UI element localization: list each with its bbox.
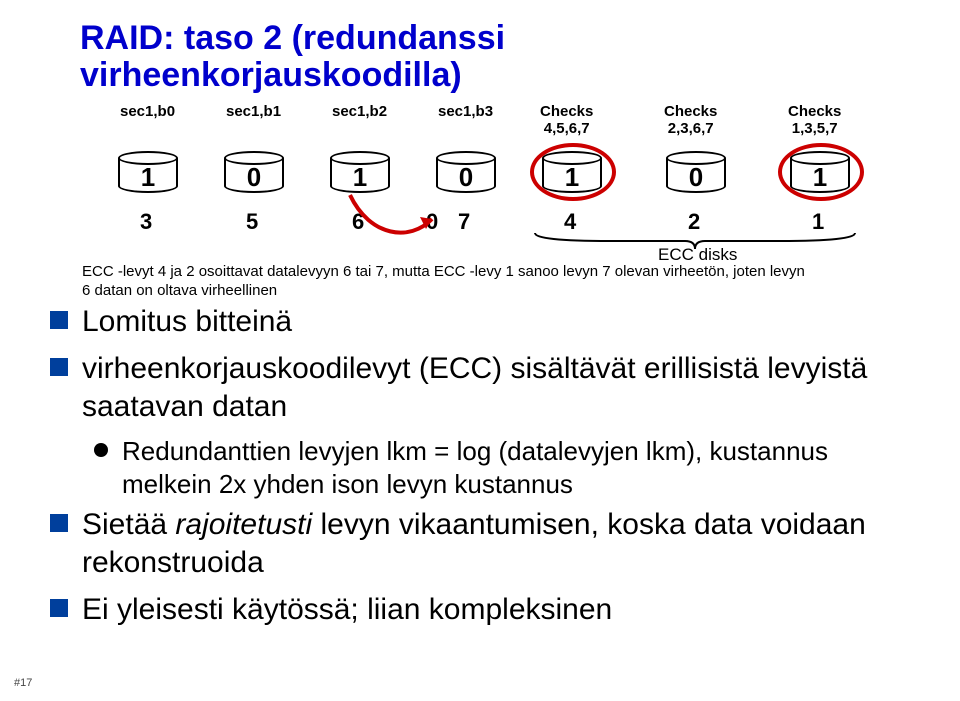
col-sec1b2: sec1,b2 [332,103,387,120]
slide-number: #17 [14,677,32,689]
raid-diagram: sec1,b0 sec1,b1 sec1,b2 sec1,b3 Checks4,… [40,103,920,303]
col-sec1b0: sec1,b0 [120,103,175,120]
col-sec1b3: sec1,b3 [438,103,493,120]
disk-ecc-2: 0 [666,151,726,193]
bullet-tolerates: Sietää rajoitetusti levyn vikaantumisen,… [50,506,920,581]
num-3: 3 [140,209,152,235]
arrow-icon [340,187,450,257]
square-bullet-icon [50,311,68,329]
col-ecc-4567: Checks4,5,6,7 [540,103,593,138]
col-ecc-2367: Checks2,3,6,7 [664,103,717,138]
num-7: 7 [458,209,470,235]
explain-text: ECC -levyt 4 ja 2 osoittavat datalevyyn … [82,263,805,301]
subbullet-redundant: Redundanttien levyjen lkm = log (datalev… [94,435,920,500]
column-labels: sec1,b0 sec1,b1 sec1,b2 sec1,b3 Checks4,… [40,103,920,147]
title-line2: virheenkorjauskoodilla) [80,57,920,94]
bullet-lomitus: Lomitus bitteinä [50,303,920,341]
disk-2: 0 [224,151,284,193]
brace-icon [530,231,860,251]
square-bullet-icon [50,358,68,376]
col-sec1b1: sec1,b1 [226,103,281,120]
bullet-list: Lomitus bitteinä virheenkorjauskoodilevy… [40,303,920,629]
ring-ecc1-icon [778,143,864,201]
bullet-ecc-contain: virheenkorjauskoodilevyt (ECC) sisältävä… [50,350,920,425]
dot-bullet-icon [94,443,108,457]
disk-row: 1 0 1 0 1 0 1 [40,151,920,201]
title-line1: RAID: taso 2 (redundanssi [80,20,920,57]
square-bullet-icon [50,599,68,617]
num-5: 5 [246,209,258,235]
bullet-not-in-use: Ei yleisesti käytössä; liian kompleksine… [50,591,920,629]
col-ecc-1357: Checks1,3,5,7 [788,103,841,138]
disk-1: 1 [118,151,178,193]
slide-title: RAID: taso 2 (redundanssi virheenkorjaus… [80,20,920,95]
square-bullet-icon [50,514,68,532]
ring-ecc4-icon [530,143,616,201]
